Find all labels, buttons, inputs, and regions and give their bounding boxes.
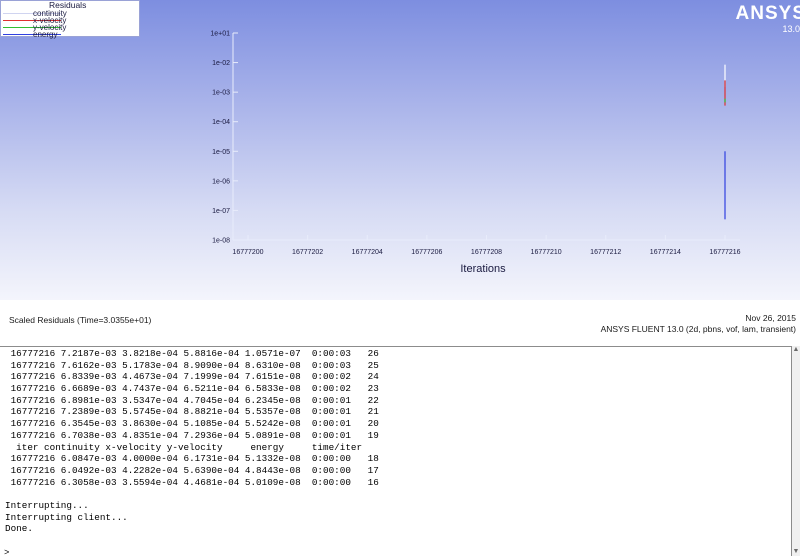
brand-version: 13.0 [782, 24, 800, 34]
y-tick-label: 1e-06 [212, 178, 230, 185]
console-line: 16777216 6.3545e-03 3.8630e-04 5.1085e-0… [5, 418, 379, 430]
plot-solver-info: ANSYS FLUENT 13.0 (2d, pbns, vof, lam, t… [600, 324, 796, 334]
legend-entry-continuity: continuity [3, 10, 139, 18]
y-tick-label: 1e-07 [212, 208, 230, 215]
x-tick-label: 16777214 [650, 249, 681, 256]
console-line: 16777216 6.6689e-03 4.7437e-04 6.5211e-0… [5, 383, 379, 395]
console-line: iter continuity x-velocity y-velocity en… [5, 441, 363, 453]
console-line: 16777216 6.8339e-03 4.4673e-04 7.1999e-0… [5, 371, 379, 383]
plot-date: Nov 26, 2015 [745, 313, 796, 323]
console-line: 16777216 7.6162e-03 5.1783e-04 8.9090e-0… [5, 359, 379, 371]
x-tick-label: 16777206 [411, 249, 442, 256]
y-tick-label: 1e-05 [212, 149, 230, 156]
console-line: 16777216 6.7038e-03 4.8351e-04 7.2936e-0… [5, 429, 379, 441]
console-line: 16777216 7.2389e-03 5.5745e-04 8.8821e-0… [5, 406, 379, 418]
console-output[interactable]: 16777216 7.2187e-03 3.8218e-04 5.8816e-0… [0, 346, 792, 556]
x-tick-label: 16777204 [352, 249, 383, 256]
x-tick-label: 16777202 [292, 249, 323, 256]
x-tick-label: 16777212 [590, 249, 621, 256]
console-prompt[interactable]: > [4, 548, 9, 556]
chart-ticks: 1e+01 1e-02 1e-03 1e-04 1e-05 1e-06 1e-07 1e-08… [210, 31, 740, 257]
console-line: 16777216 6.0492e-03 4.2282e-04 5.6390e-0… [5, 464, 379, 476]
legend-entry-y-velocity: y-velocity [3, 24, 139, 32]
legend-entry-x-velocity: x-velocity [3, 17, 139, 25]
legend-entry-energy: energy [3, 30, 139, 39]
scroll-up-arrow-icon[interactable]: ▲ [792, 346, 800, 354]
residuals-chart: 1e+01 1e-02 1e-03 1e-04 1e-05 1e-06 1e-07 1e-08… [210, 31, 740, 276]
console-line: Done. [5, 523, 33, 535]
scroll-down-arrow-icon[interactable]: ▼ [792, 548, 800, 556]
brand-name: ANSYS [735, 3, 800, 24]
ansys-logo: ANSYS 13.0 [734, 4, 800, 36]
console-line: 16777216 6.0847e-03 4.0000e-04 6.1731e-0… [5, 453, 379, 465]
legend: Residuals continuity x-velocity y-veloci… [0, 0, 140, 39]
legend-entry-label: energy [33, 30, 58, 39]
console-line: Interrupting client... [5, 511, 128, 523]
plot-title: Scaled Residuals (Time=3.0355e+01) [9, 315, 152, 325]
console-line: 16777216 7.2187e-03 3.8218e-04 5.8816e-0… [5, 348, 379, 359]
x-tick-label: 16777210 [531, 249, 562, 256]
console-scrollbar[interactable]: ▲ ▼ [792, 346, 800, 556]
console-text: 16777216 7.2187e-03 3.8218e-04 5.8816e-0… [5, 348, 379, 535]
x-axis-label: Iterations [460, 263, 506, 275]
graphics-window: 1e+01 1e-02 1e-03 1e-04 1e-05 1e-06 1e-07 1e-08… [0, 0, 800, 300]
chart-axes [232, 33, 740, 241]
console-line: Interrupting... [5, 499, 89, 511]
console-line: 16777216 6.8981e-03 3.5347e-04 4.7045e-0… [5, 394, 379, 406]
y-tick-label: 1e-04 [212, 119, 230, 126]
y-tick-label: 1e-02 [212, 60, 230, 67]
console-line: 16777216 6.3058e-03 3.5594e-04 4.4681e-0… [5, 476, 379, 488]
x-tick-label: 16777200 [232, 249, 263, 256]
x-tick-label: 16777216 [709, 249, 740, 256]
y-tick-label: 1e-08 [212, 238, 230, 245]
y-tick-label: 1e-03 [212, 90, 230, 97]
x-tick-label: 16777208 [471, 249, 502, 256]
legend-title: Residuals [49, 0, 87, 10]
y-tick-label: 1e+01 [210, 31, 230, 38]
